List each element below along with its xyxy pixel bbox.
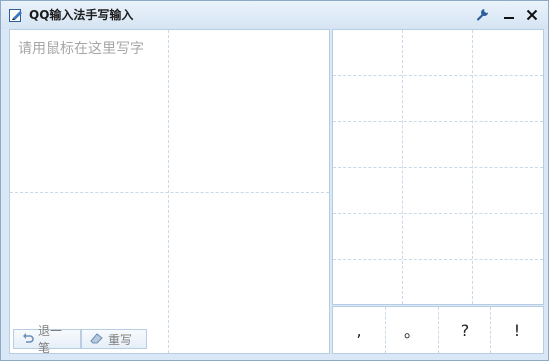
- title-bar[interactable]: QQ输入法手写输入: [1, 1, 548, 29]
- punctuation-bar: , 。 ? !: [332, 306, 544, 354]
- candidate-cell[interactable]: [333, 30, 402, 75]
- rewrite-button[interactable]: 重写: [81, 329, 147, 349]
- candidate-cell[interactable]: [473, 168, 542, 213]
- candidate-cell[interactable]: [333, 260, 402, 305]
- rewrite-label: 重写: [108, 332, 133, 347]
- punct-comma-key[interactable]: ,: [333, 307, 385, 353]
- punct-period-key[interactable]: 。: [386, 307, 438, 353]
- candidate-cell[interactable]: [473, 214, 542, 259]
- wrench-icon[interactable]: [473, 6, 491, 24]
- candidate-cell[interactable]: [333, 168, 402, 213]
- minimize-icon[interactable]: [500, 6, 518, 24]
- candidate-cell[interactable]: [403, 168, 472, 213]
- candidate-cell[interactable]: [403, 30, 472, 75]
- candidate-cell[interactable]: [333, 214, 402, 259]
- candidate-grid: [332, 29, 544, 305]
- candidate-cell[interactable]: [333, 76, 402, 121]
- candidate-cell[interactable]: [473, 30, 542, 75]
- candidate-cell[interactable]: [403, 76, 472, 121]
- handwriting-window: QQ输入法手写输入 请用鼠标在这里写字 退一笔 重写 , 。 ? !: [0, 0, 549, 361]
- undo-stroke-label: 退一笔: [38, 324, 63, 355]
- close-icon[interactable]: [523, 6, 541, 24]
- edit-icon: [9, 7, 23, 22]
- candidate-cell[interactable]: [333, 122, 402, 167]
- candidate-cell[interactable]: [403, 122, 472, 167]
- candidate-cell[interactable]: [403, 214, 472, 259]
- undo-stroke-button[interactable]: 退一笔: [13, 324, 81, 355]
- punct-exclamation-key[interactable]: !: [491, 307, 543, 353]
- candidate-cell[interactable]: [403, 260, 472, 305]
- window-title: QQ输入法手写输入: [29, 8, 134, 22]
- candidate-cell[interactable]: [473, 122, 542, 167]
- candidate-cell[interactable]: [473, 260, 542, 305]
- undo-icon: [22, 332, 34, 347]
- writing-area[interactable]: 请用鼠标在这里写字 退一笔 重写: [9, 29, 330, 355]
- candidate-cell[interactable]: [473, 76, 542, 121]
- writing-hint: 请用鼠标在这里写字: [18, 41, 144, 57]
- punct-question-key[interactable]: ?: [439, 307, 491, 353]
- eraser-icon: [90, 332, 104, 347]
- grid-line-horizontal: [10, 192, 329, 193]
